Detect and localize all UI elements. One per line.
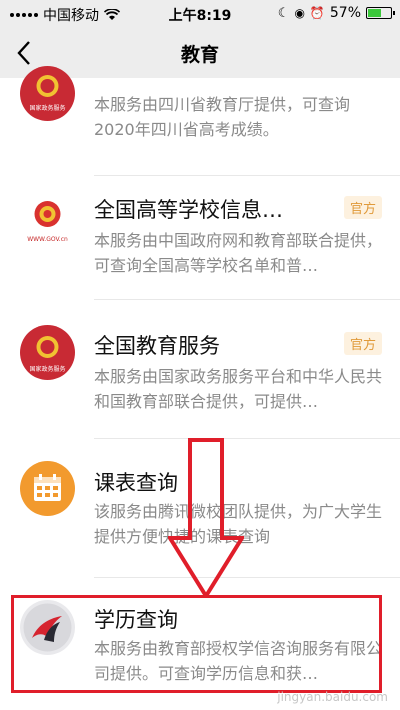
official-badge: 官方 — [343, 196, 382, 219]
moon-icon: ☾ — [277, 5, 290, 21]
service-item-higher-education[interactable]: WWW.GOV.cn 全国高等学校信息… 官方 本服务由中国政府网和教育部联合提… — [0, 176, 400, 299]
status-right: ☾ ◉ ⏰ 57% — [277, 5, 395, 21]
battery-icon — [366, 7, 395, 19]
logo-caption: 国家政务服务 — [29, 104, 65, 112]
page-title: 教育 — [180, 44, 219, 66]
service-description: 该服务由腾讯微校团队提供，为广大学生提供方便快捷的课表查询 — [94, 502, 383, 546]
service-name: 全国教育服务 — [94, 334, 220, 358]
service-description: 本服务由中国政府网和教育部联合提供，可查询全国高等学校名单和普… — [94, 231, 383, 275]
service-name: 课表查询 — [94, 471, 178, 495]
national-emblem-icon: 国家政务服务 — [20, 325, 75, 380]
service-description: 本服务由国家政务服务平台和中华人民共和国教育部联合提供，可提供… — [94, 367, 383, 411]
lock-rotation-icon: ◉ — [294, 6, 305, 20]
alarm-icon: ⏰ — [309, 6, 325, 20]
national-emblem-icon: WWW.GOV.cn — [20, 194, 75, 249]
service-description: 本服务由四川省教育厅提供，可查询2020年四川省高考成绩。 — [94, 95, 351, 139]
xuexin-logo-icon — [20, 600, 75, 655]
service-item-sichuan-gaokao[interactable]: 国家政务服务 本服务由四川省教育厅提供，可查询2020年四川省高考成绩。 — [0, 66, 400, 175]
logo-caption: 国家政务服务 — [29, 365, 65, 373]
official-badge: 官方 — [343, 332, 382, 355]
service-name: 全国高等学校信息… — [94, 198, 283, 222]
service-item-national-education[interactable]: 国家政务服务 全国教育服务 官方 本服务由国家政务服务平台和中华人民共和国教育部… — [0, 300, 400, 438]
service-description: 本服务由教育部授权学信咨询服务有限公司提供。可查询学历信息和获… — [94, 639, 383, 683]
status-bar: 中国移动 上午8:19 ☾ ◉ ⏰ 57% — [0, 0, 400, 28]
service-item-timetable[interactable]: 课表查询 该服务由腾讯微校团队提供，为广大学生提供方便快捷的课表查询 — [0, 439, 400, 577]
battery-percent: 57% — [329, 5, 361, 21]
logo-caption: WWW.GOV.cn — [27, 236, 68, 243]
watermark: jingyan.baidu.com — [277, 690, 388, 704]
national-emblem-icon: 国家政务服务 — [20, 66, 75, 121]
service-name: 学历查询 — [94, 608, 178, 632]
calendar-icon — [20, 461, 75, 516]
